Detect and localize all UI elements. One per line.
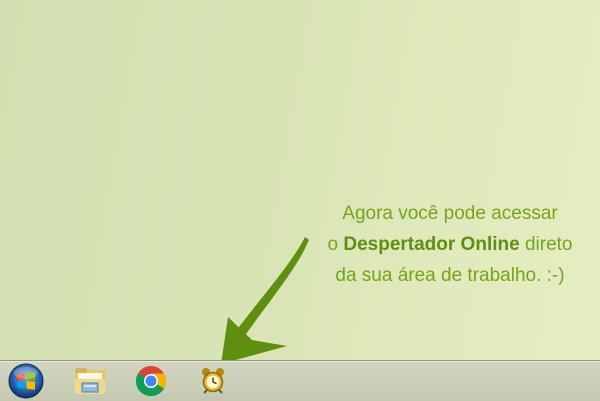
file-explorer-button[interactable] (70, 361, 110, 401)
message-line-2-prefix: o (327, 234, 344, 255)
desktop: Agora você pode acessar o Despertador On… (0, 0, 600, 364)
windows-start-orb-icon (8, 363, 44, 399)
message-line-2-suffix: direto (519, 234, 573, 255)
despertador-online-button[interactable] (193, 361, 233, 401)
message-line-1: Agora você pode acessar (342, 203, 558, 224)
message-line-2: o Despertador Online direto (300, 229, 600, 260)
promo-message: Agora você pode acessar o Despertador On… (300, 198, 600, 291)
file-explorer-folder-icon (75, 368, 105, 394)
start-button[interactable] (6, 361, 46, 401)
message-line-3: da sua área de trabalho. :-) (335, 265, 565, 286)
chrome-icon (135, 366, 166, 397)
app-name: Despertador Online (343, 234, 520, 255)
taskbar (0, 360, 600, 401)
chrome-button[interactable] (131, 361, 171, 401)
alarm-clock-icon (202, 368, 224, 394)
